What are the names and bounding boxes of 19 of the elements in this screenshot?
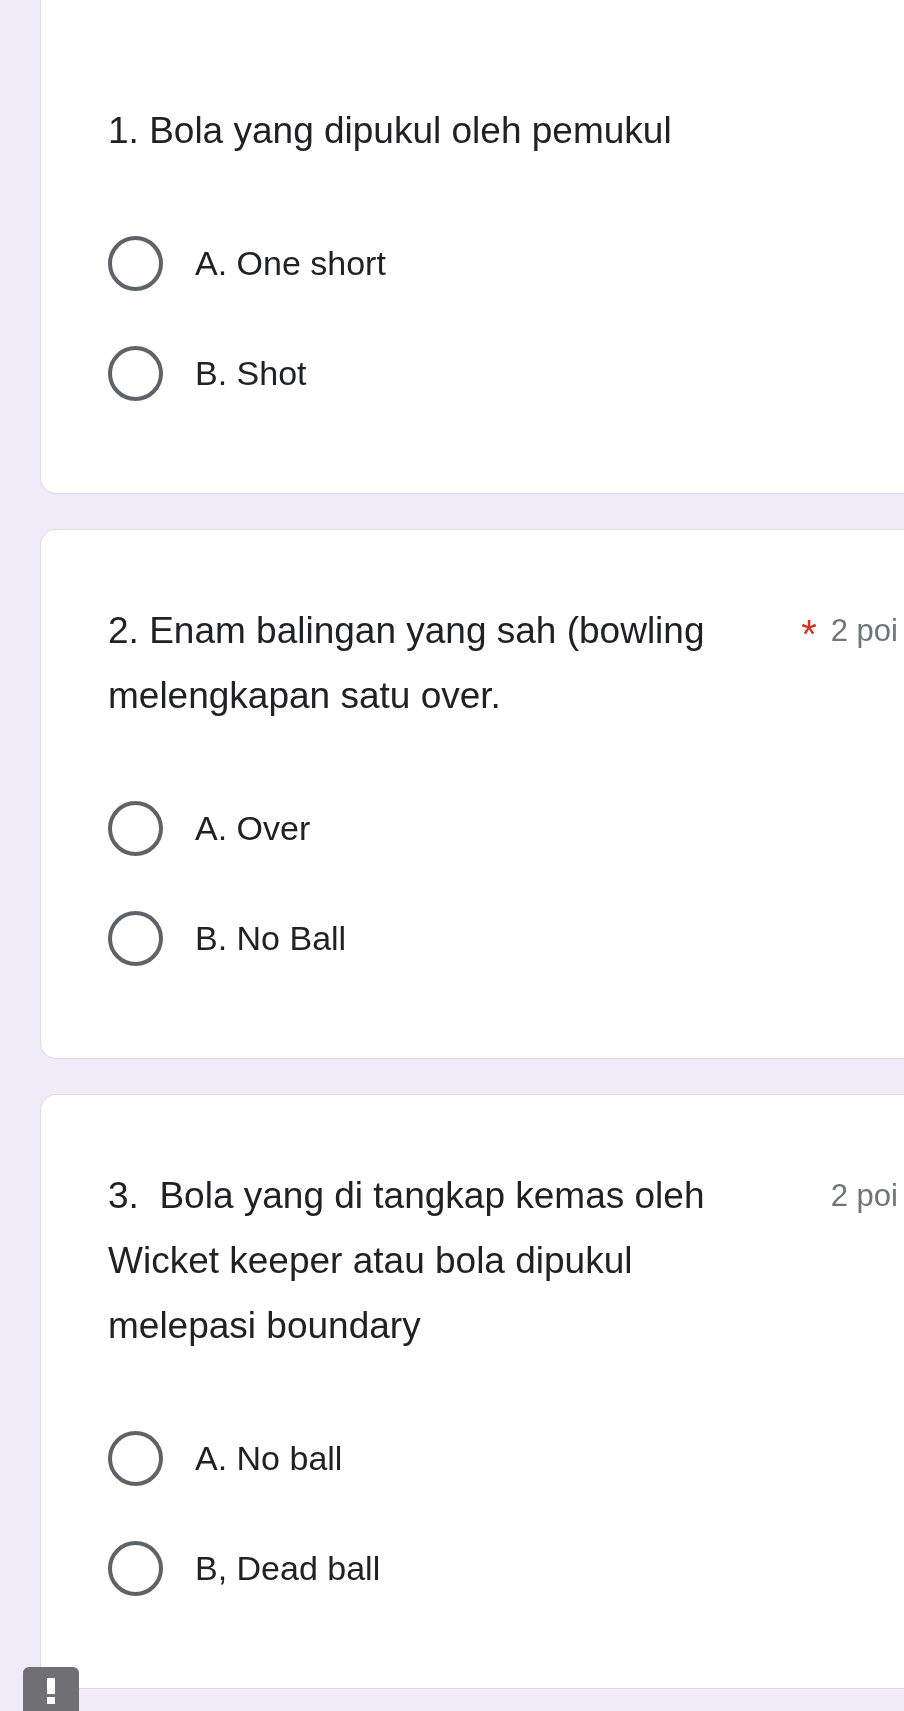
- question-title: 3. Bola yang di tangkap kemas oleh Wicket keeper atau bola dipukul melepasi boundary: [108, 1174, 706, 1348]
- radio-button[interactable]: [108, 235, 163, 291]
- option-label[interactable]: A. One short: [195, 243, 386, 283]
- required-asterisk: *: [801, 613, 817, 654]
- option-label[interactable]: A. Over: [195, 808, 311, 848]
- points-label: 2 poi: [830, 612, 898, 649]
- points-label: 2 poi: [830, 1177, 898, 1214]
- radio-button[interactable]: [108, 800, 163, 856]
- option-label[interactable]: A. No ball: [195, 1438, 343, 1478]
- radio-button[interactable]: [108, 1430, 163, 1486]
- option-label[interactable]: B. No Ball: [195, 918, 347, 958]
- radio-button[interactable]: [108, 910, 163, 966]
- exclamation-icon[interactable]: [23, 1667, 79, 1711]
- question-title: 2. Enam balingan yang sah (bowling melengkapan satu over.: [108, 609, 706, 718]
- radio-button[interactable]: [108, 345, 163, 401]
- question-title: 1. Bola yang dipukul oleh pemukul: [108, 109, 673, 153]
- option-label[interactable]: B, Dead ball: [195, 1548, 381, 1588]
- option-label[interactable]: B. Shot: [195, 353, 307, 393]
- radio-button[interactable]: [108, 1540, 163, 1596]
